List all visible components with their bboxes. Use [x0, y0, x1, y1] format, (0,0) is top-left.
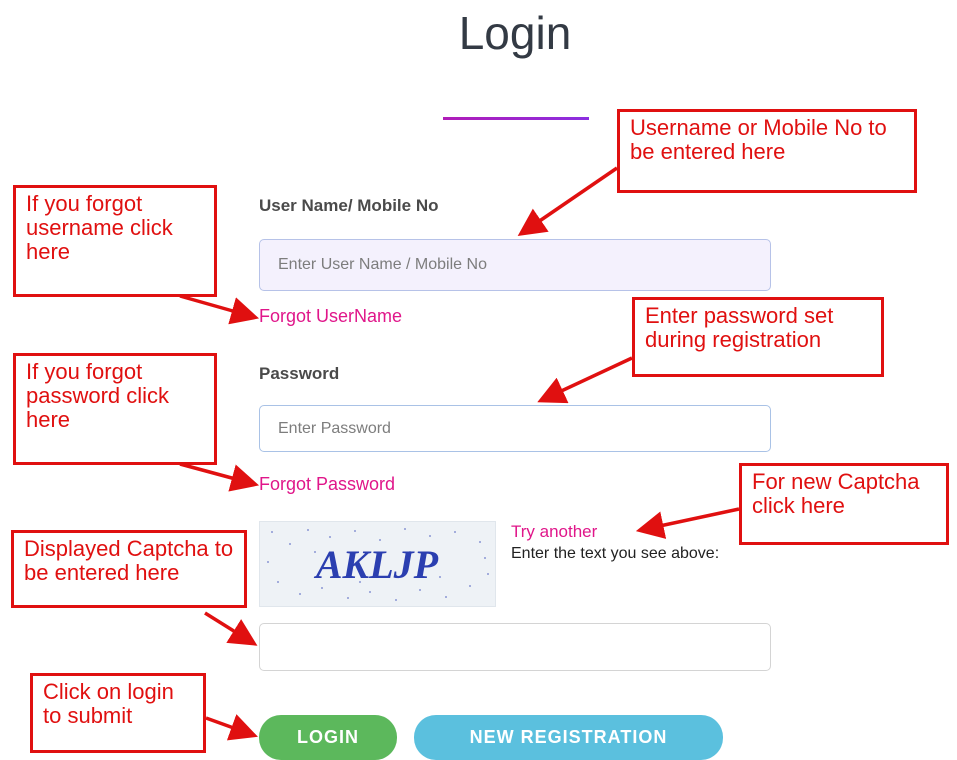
arrow-to-captcha-input: [204, 611, 258, 646]
arrow-to-password-input: [537, 356, 633, 404]
arrow-to-try-another: [635, 507, 740, 539]
arrow-to-forgot-password: [179, 462, 260, 492]
arrow-to-login-button: [205, 714, 258, 741]
arrow-to-username-input: [517, 166, 618, 236]
annotation-arrows: [179, 166, 740, 741]
arrow-to-forgot-username: [179, 294, 260, 325]
